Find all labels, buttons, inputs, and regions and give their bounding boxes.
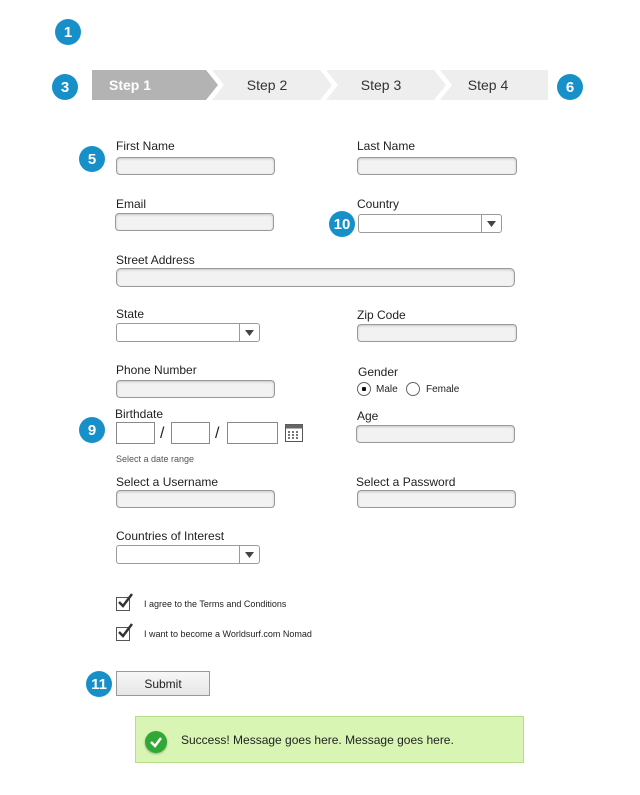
date-separator: / (160, 425, 165, 442)
chevron-down-icon[interactable] (239, 546, 259, 563)
age-label: Age (357, 409, 379, 423)
birthdate-hint: Select a date range (116, 454, 195, 464)
chevron-down-icon[interactable] (481, 215, 501, 232)
annotation-badge-3: 3 (52, 74, 78, 100)
terms-label: I agree to the Terms and Conditions (144, 599, 287, 609)
gender-female-radio[interactable] (406, 382, 420, 396)
date-separator: / (215, 425, 220, 442)
radio-selected-dot (362, 387, 366, 391)
zip-code-input[interactable] (357, 324, 517, 342)
first-name-label: First Name (116, 139, 175, 153)
success-message: Success! Message goes here. Message goes… (135, 716, 524, 763)
calendar-icon[interactable] (285, 424, 303, 442)
step-3[interactable]: Step 3 (338, 70, 424, 100)
birthdate-month-input[interactable] (116, 422, 155, 444)
username-label: Select a Username (116, 475, 219, 489)
last-name-input[interactable] (357, 157, 517, 175)
terms-checkbox[interactable] (116, 593, 133, 611)
annotation-badge-6: 6 (557, 74, 583, 100)
countries-of-interest-label: Countries of Interest (116, 529, 225, 543)
first-name-input[interactable] (116, 157, 275, 175)
gender-female-label: Female (426, 384, 460, 395)
birthdate-year-input[interactable] (227, 422, 278, 444)
checkmark-icon (118, 623, 133, 638)
submit-button[interactable]: Submit (116, 671, 210, 696)
chevron-down-icon[interactable] (239, 324, 259, 341)
password-label: Select a Password (356, 475, 456, 489)
gender-label: Gender (358, 365, 399, 379)
gender-male-label: Male (376, 384, 398, 395)
check-circle-icon (145, 731, 167, 753)
annotation-badge-10: 10 (329, 211, 355, 237)
birthdate-day-input[interactable] (171, 422, 210, 444)
last-name-label: Last Name (357, 139, 416, 153)
annotation-badge-11: 11 (86, 671, 112, 697)
email-input[interactable] (115, 213, 274, 231)
annotation-badge-9: 9 (79, 417, 105, 443)
checkmark-icon (118, 593, 133, 608)
country-label: Country (357, 197, 400, 211)
countries-of-interest-select[interactable] (116, 545, 260, 564)
annotation-badge-5: 5 (79, 146, 105, 172)
username-input[interactable] (116, 490, 275, 508)
birthdate-label: Birthdate (115, 407, 164, 421)
step-1[interactable]: Step 1 (92, 70, 168, 100)
success-text: Success! Message goes here. Message goes… (181, 733, 454, 747)
street-address-label: Street Address (116, 253, 195, 267)
password-input[interactable] (357, 490, 516, 508)
state-label: State (116, 307, 145, 321)
nomad-checkbox[interactable] (116, 623, 133, 641)
age-input[interactable] (356, 425, 515, 443)
step-4[interactable]: Step 4 (445, 70, 531, 100)
step-progress-bar: Step 1 Step 2 Step 3 Step 4 (92, 70, 548, 100)
phone-number-input[interactable] (116, 380, 275, 398)
email-label: Email (116, 197, 147, 211)
step-2[interactable]: Step 2 (224, 70, 310, 100)
street-address-input[interactable] (116, 268, 515, 287)
state-select[interactable] (116, 323, 260, 342)
nomad-label: I want to become a Worldsurf.com Nomad (144, 629, 312, 639)
country-select[interactable] (358, 214, 502, 233)
zip-code-label: Zip Code (357, 308, 406, 322)
phone-number-label: Phone Number (116, 363, 197, 377)
gender-male-radio[interactable] (357, 382, 371, 396)
annotation-badge-1: 1 (55, 19, 81, 45)
